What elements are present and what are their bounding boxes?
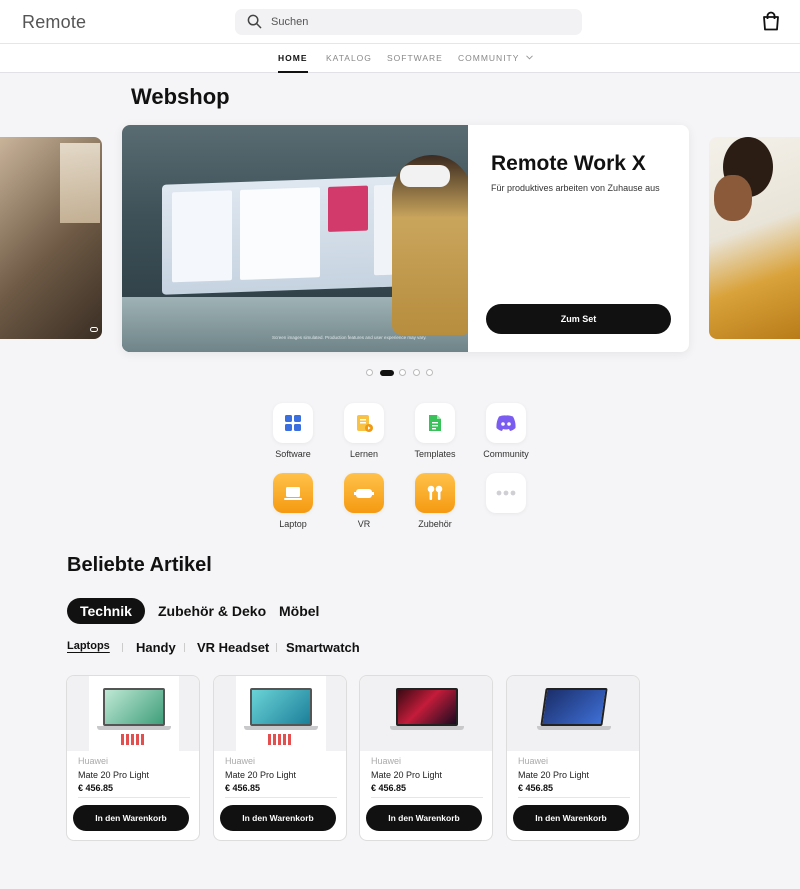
add-to-cart-button[interactable]: In den Warenkorb [220,805,336,831]
add-to-cart-button[interactable]: In den Warenkorb [366,805,482,831]
product-card[interactable]: Huawei Mate 20 Pro Light € 456.85 In den… [213,675,347,841]
product-price: € 456.85 [78,783,114,793]
category-label: Zubehör [418,519,452,529]
product-name[interactable]: Mate 20 Pro Light [371,770,442,780]
divider [371,797,483,798]
sale-badge-icon [268,734,292,745]
shopping-bag-icon[interactable] [762,11,780,36]
slide-indicator-icon [90,327,98,332]
subtab-vr-headset[interactable]: VR Headset [197,640,269,655]
vr-headset-icon [344,473,384,513]
search-input[interactable] [271,13,561,31]
subtab-laptops[interactable]: Laptops [67,640,110,652]
chevron-down-icon [525,55,533,60]
carousel-dot-5[interactable] [426,369,433,376]
hero-image-caption: Screen images simulated. Production feat… [272,335,427,340]
search-icon [247,14,262,29]
hero-headset [400,165,450,187]
logo[interactable]: Remote [22,12,86,33]
hero-title: Remote Work X [491,152,646,175]
divider [225,797,337,798]
main-nav: HOME KATALOG SOFTWARE COMMUNITY [0,44,800,73]
page-title: Webshop [131,84,230,109]
product-brand: Huawei [518,756,549,766]
product-brand: Huawei [78,756,109,766]
product-brand: Huawei [371,756,402,766]
product-image [214,676,346,751]
product-card[interactable]: Huawei Mate 20 Pro Light € 456.85 In den… [359,675,493,841]
nav-community-label: COMMUNITY [458,53,520,63]
nav-katalog[interactable]: KATALOG [326,53,372,63]
subtab-separator [276,643,277,652]
section-title: Beliebte Artikel [67,554,212,576]
carousel-next-slide[interactable] [709,137,800,339]
product-price: € 456.85 [371,783,407,793]
nav-software[interactable]: SOFTWARE [387,53,443,63]
earbuds-icon [415,473,455,513]
category-label: VR [357,519,371,529]
sale-badge-icon [121,734,145,745]
divider [518,797,630,798]
tab-technik[interactable]: Technik [67,598,145,624]
tab-zubehoer-deko[interactable]: Zubehör & Deko [158,598,266,624]
tab-moebel[interactable]: Möbel [279,598,319,624]
product-brand: Huawei [225,756,256,766]
product-image [507,676,639,751]
product-card[interactable]: Huawei Mate 20 Pro Light € 456.85 In den… [506,675,640,841]
product-image [67,676,199,751]
hero-subtitle: Für produktives arbeiten von Zuhause aus [491,183,660,193]
grid-icon [273,403,313,443]
product-name[interactable]: Mate 20 Pro Light [225,770,296,780]
slide-image [60,143,100,223]
top-bar: Remote [0,0,800,44]
category-label: Community [483,449,529,459]
category-label: Lernen [349,449,379,459]
product-name[interactable]: Mate 20 Pro Light [78,770,149,780]
category-label: Software [275,449,311,459]
nav-home[interactable]: HOME [278,53,308,73]
learning-icon [344,403,384,443]
add-to-cart-button[interactable]: In den Warenkorb [73,805,189,831]
subtab-handy[interactable]: Handy [136,640,176,655]
hero-image: Screen images simulated. Production feat… [122,125,468,352]
product-price: € 456.85 [225,783,261,793]
product-card[interactable]: Huawei Mate 20 Pro Light € 456.85 In den… [66,675,200,841]
carousel-prev-slide[interactable] [0,137,102,339]
laptop-icon [273,473,313,513]
product-price: € 456.85 [518,783,554,793]
carousel-dot-4[interactable] [413,369,420,376]
subtab-smartwatch[interactable]: Smartwatch [286,640,360,655]
slide-image-detail [714,175,752,221]
carousel-dot-2[interactable] [380,370,394,376]
nav-community[interactable]: COMMUNITY [458,53,533,63]
product-name[interactable]: Mate 20 Pro Light [518,770,589,780]
category-label: Laptop [279,519,307,529]
product-image [360,676,492,751]
more-icon [486,473,526,513]
divider [78,797,190,798]
subtab-separator [122,643,123,652]
carousel-dot-1[interactable] [366,369,373,376]
carousel-dot-3[interactable] [399,369,406,376]
hero-slide: Screen images simulated. Production feat… [122,125,689,352]
add-to-cart-button[interactable]: In den Warenkorb [513,805,629,831]
subtab-separator [184,643,185,652]
search-bar[interactable] [235,9,582,35]
category-label: Templates [414,449,456,459]
discord-icon [486,403,526,443]
hero-cta-button[interactable]: Zum Set [486,304,671,334]
document-icon [415,403,455,443]
